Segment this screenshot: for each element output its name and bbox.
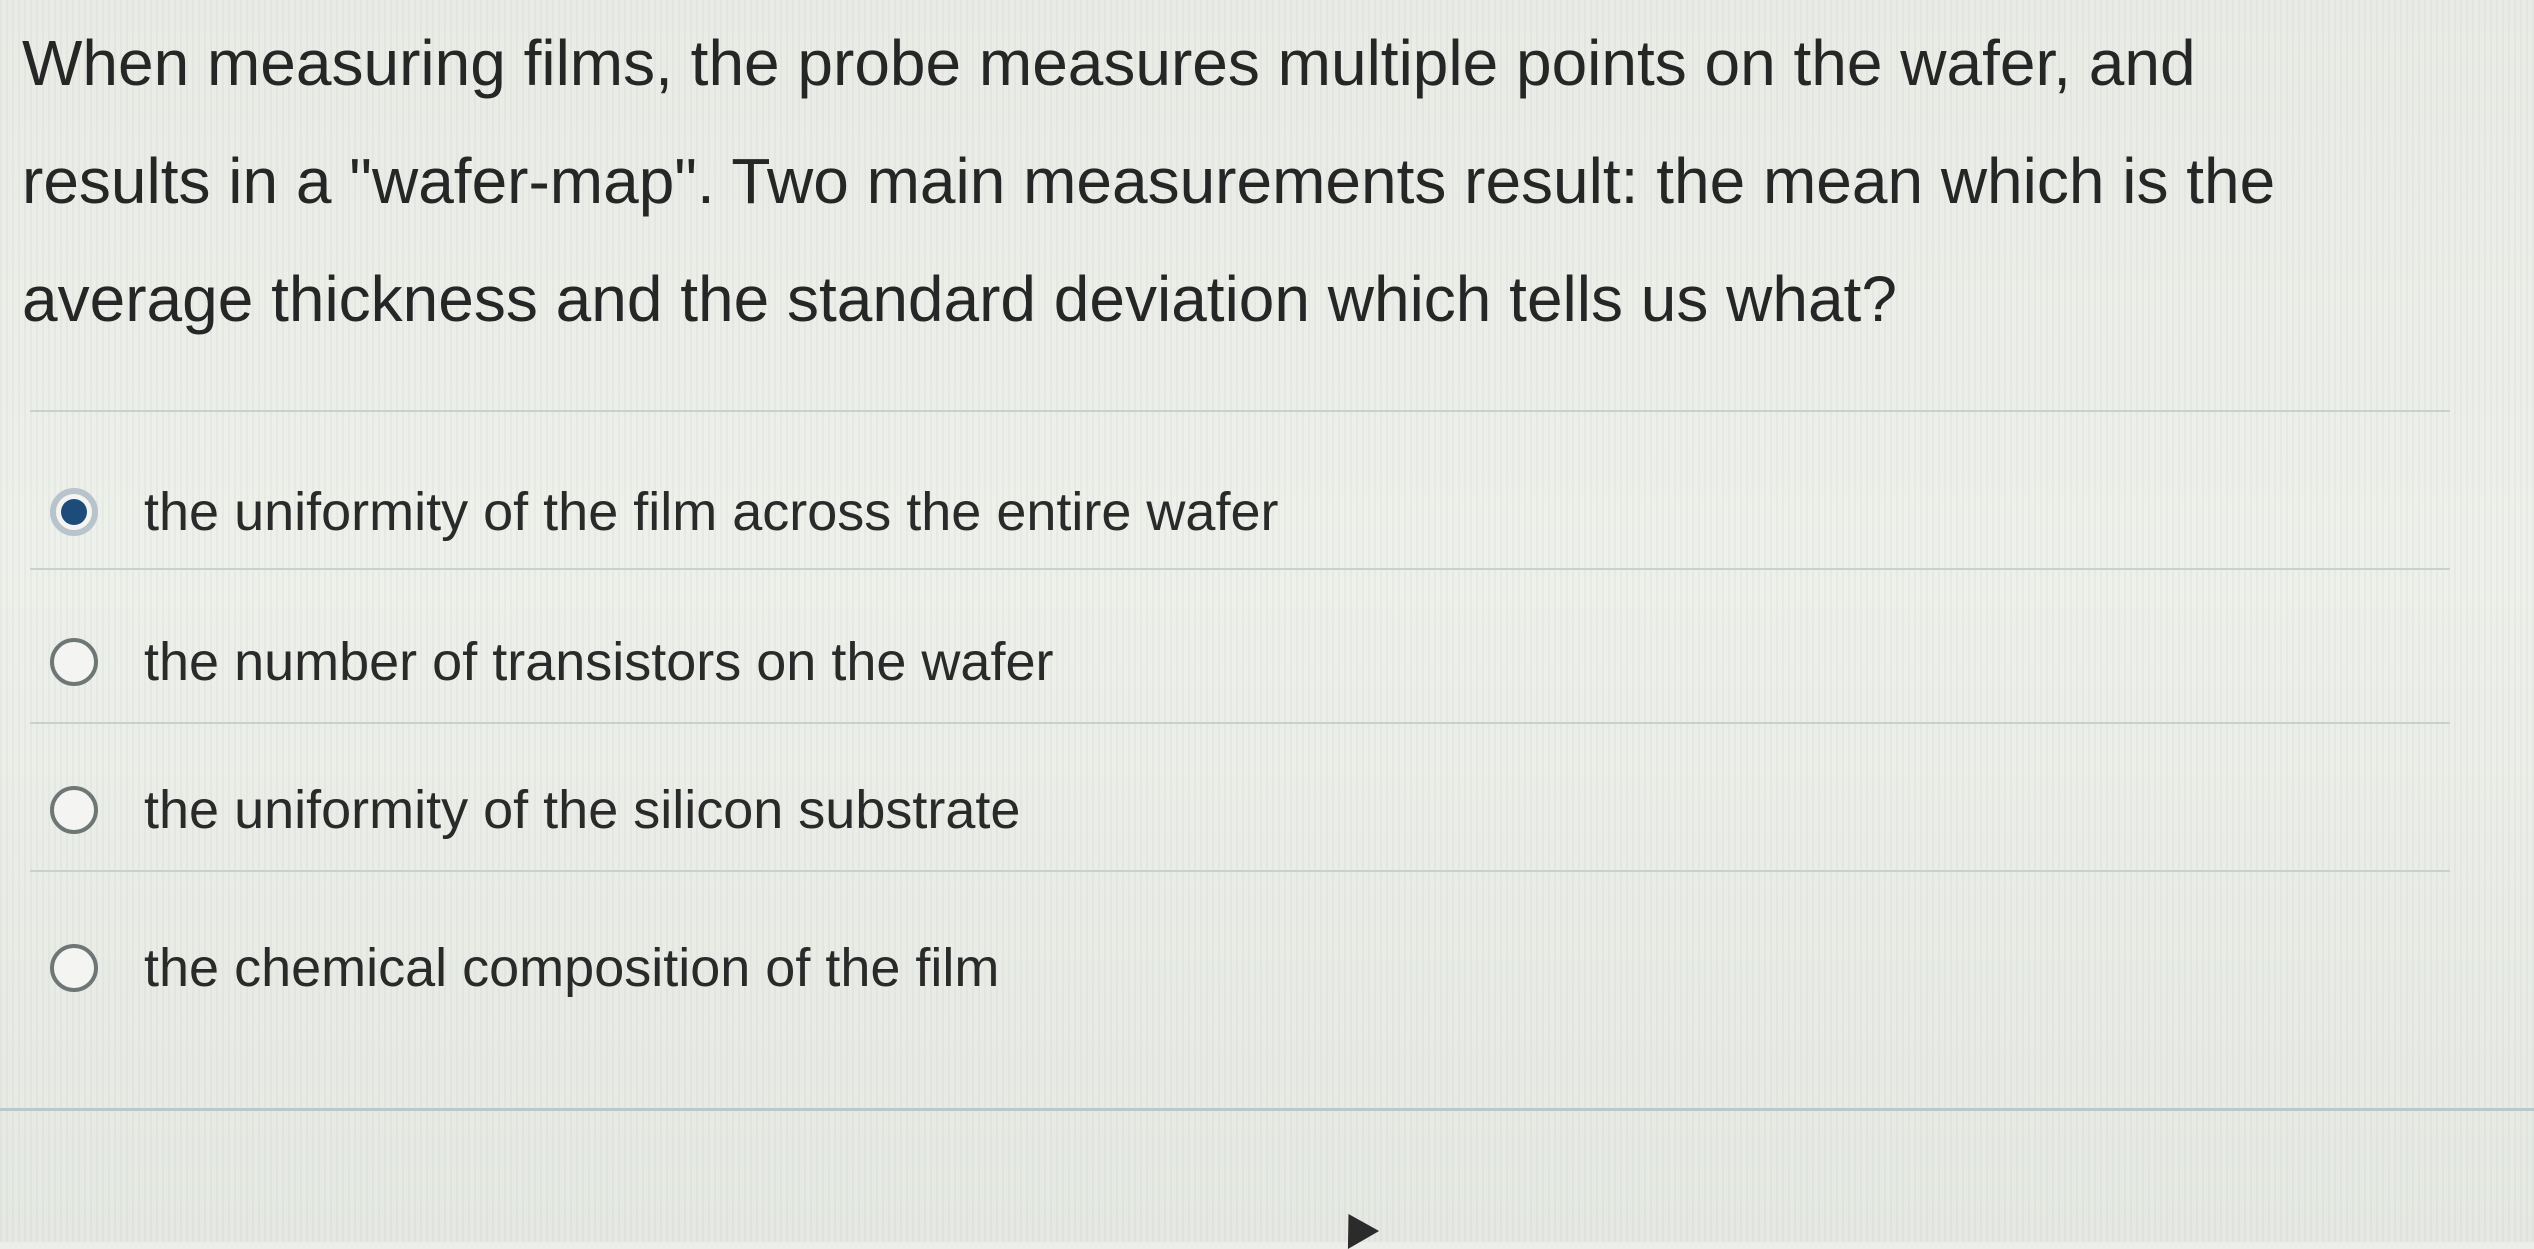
radio-unselected-icon[interactable] (50, 786, 98, 834)
answer-option-2[interactable]: the number of transistors on the wafer (50, 622, 1053, 702)
answer-option-label: the uniformity of the silicon substrate (144, 780, 1021, 840)
divider (30, 568, 2450, 570)
radio-selected-icon[interactable] (50, 488, 98, 536)
answer-option-3[interactable]: the uniformity of the silicon substrate (50, 770, 1020, 850)
section-bottom-border (0, 1108, 2534, 1111)
answer-option-label: the chemical composition of the film (144, 938, 1000, 998)
radio-unselected-icon[interactable] (50, 944, 98, 992)
divider (30, 870, 2450, 872)
answer-option-label: the number of transistors on the wafer (144, 632, 1054, 692)
radio-unselected-icon[interactable] (50, 638, 98, 686)
question-line-1: When measuring films, the probe measures… (22, 27, 2196, 99)
answer-option-1[interactable]: the uniformity of the film across the en… (50, 472, 1278, 552)
question-line-3: average thickness and the standard devia… (22, 263, 1897, 335)
question-line-2: results in a "wafer-map". Two main measu… (22, 145, 2276, 217)
answer-option-label: the uniformity of the film across the en… (144, 482, 1279, 542)
answer-option-4[interactable]: the chemical composition of the film (50, 928, 999, 1008)
mouse-pointer-icon (1332, 1205, 1380, 1249)
divider-top (30, 410, 2450, 412)
divider (30, 722, 2450, 724)
question-text: When measuring films, the probe measures… (22, 4, 2502, 358)
quiz-screen: When measuring films, the probe measures… (0, 0, 2534, 1249)
